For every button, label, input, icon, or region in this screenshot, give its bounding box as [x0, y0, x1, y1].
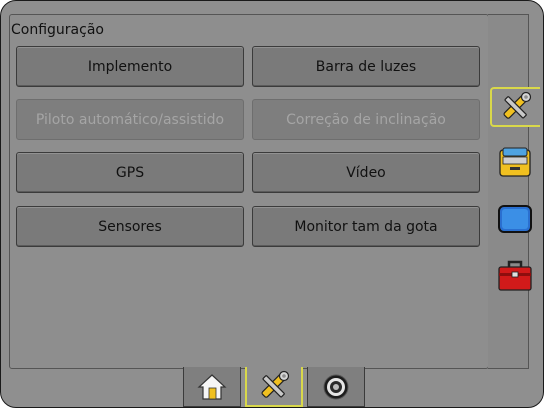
page-title: Configuração: [11, 22, 104, 38]
lightbar-button[interactable]: Barra de luzes: [252, 46, 480, 87]
gauge-icon: [323, 374, 349, 399]
tilt-correction-button: Correção de inclinação: [252, 99, 480, 140]
side-tab-display[interactable]: [490, 199, 540, 239]
toolbox-icon: [498, 260, 532, 291]
display-icon: [498, 205, 532, 233]
sensors-button[interactable]: Sensores: [16, 206, 244, 247]
bottom-tab-bar: [183, 367, 367, 407]
bottom-tab-guidance[interactable]: [307, 367, 365, 407]
tools-icon: [261, 370, 290, 398]
autosteer-button: Piloto automático/assistido: [16, 99, 244, 140]
console-icon: [499, 147, 531, 177]
gps-button[interactable]: GPS: [16, 152, 244, 193]
bottom-tab-home[interactable]: [183, 367, 241, 407]
droplet-size-monitor-button[interactable]: Monitor tam da gota: [252, 206, 480, 247]
tools-icon: [503, 91, 532, 119]
video-button[interactable]: Vídeo: [252, 152, 480, 193]
console-screen: Configuração Implemento Barra de luzes P…: [0, 0, 544, 408]
side-tab-strip: [488, 14, 529, 369]
side-tab-tools[interactable]: [490, 255, 540, 295]
side-tab-console[interactable]: [490, 142, 540, 182]
home-icon: [197, 373, 227, 400]
bottom-tab-setup[interactable]: [245, 367, 303, 407]
side-tab-setup[interactable]: [490, 87, 540, 127]
implement-button[interactable]: Implemento: [16, 46, 244, 87]
